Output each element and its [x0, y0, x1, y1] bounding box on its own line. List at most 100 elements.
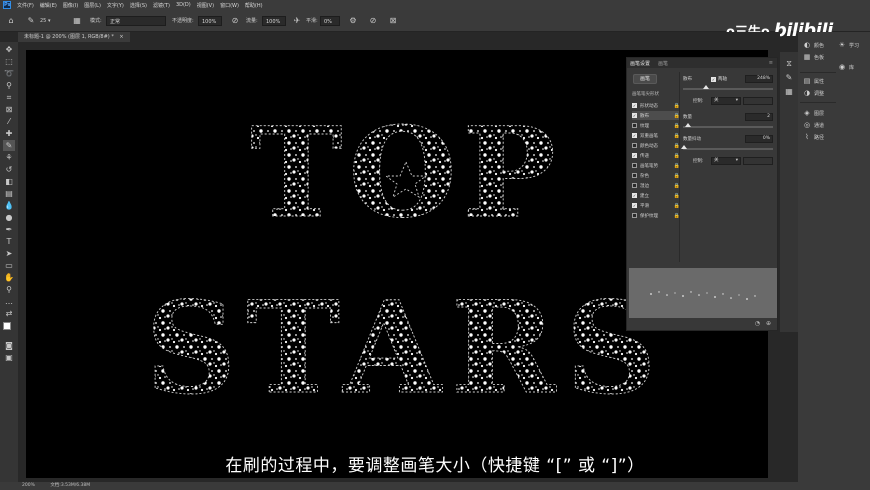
brush-panel-toggle-icon[interactable]: ▦ — [72, 16, 82, 26]
menu-type[interactable]: 文字(Y) — [107, 2, 124, 9]
checkbox-color-dynamics[interactable] — [632, 143, 637, 148]
color-panel-tab[interactable]: ◐ 颜色 — [803, 40, 824, 50]
lasso-tool-icon[interactable]: ➰ — [3, 68, 15, 79]
flow-input[interactable]: 100% — [262, 16, 286, 26]
new-brush-icon[interactable]: ⊕ — [766, 320, 771, 327]
option-texture[interactable]: 纹理 🔒 — [632, 121, 680, 130]
type-tool-icon[interactable]: T — [3, 236, 15, 247]
control-select[interactable]: 关 ▾ — [711, 97, 741, 105]
option-protect-texture[interactable]: 保护纹理 🔒 — [632, 211, 680, 220]
zoom-level[interactable]: 200% — [22, 483, 35, 488]
checkbox-shape-dynamics[interactable]: ✓ — [632, 103, 637, 108]
layers-panel-tab[interactable]: ◈ 图层 — [803, 108, 824, 118]
pressure-size-icon[interactable]: ⊘ — [368, 16, 378, 26]
checkbox-noise[interactable] — [632, 173, 637, 178]
swap-colors-icon[interactable]: ⇄ — [3, 308, 15, 319]
learn-panel-tab[interactable]: ☀ 学习 — [838, 40, 859, 50]
clone-stamp-tool-icon[interactable]: ⚘ — [3, 152, 15, 163]
option-brush-pose[interactable]: 画笔笔势 🔒 — [632, 161, 680, 170]
checkbox-both-axes[interactable]: ✓ — [711, 77, 716, 82]
tab-brush-settings[interactable]: 画笔设置 — [630, 60, 650, 67]
option-smoothing[interactable]: ✓ 平滑 🔒 — [632, 201, 680, 210]
option-color-dynamics[interactable]: 颜色动态 🔒 — [632, 141, 680, 150]
menu-filter[interactable]: 滤镜(T) — [153, 2, 170, 9]
brush-preset-picker[interactable]: 25 ▾ — [40, 16, 50, 26]
count-slider-thumb[interactable] — [685, 123, 691, 127]
checkbox-build-up[interactable]: ✓ — [632, 193, 637, 198]
history-brush-tool-icon[interactable]: ↺ — [3, 164, 15, 175]
count-jitter-slider[interactable] — [683, 148, 773, 150]
menu-select[interactable]: 选择(S) — [130, 2, 147, 9]
brush-tool-icon[interactable]: ✎ — [3, 140, 15, 151]
checkbox-protect-texture[interactable] — [632, 213, 637, 218]
option-wet-edges[interactable]: 湿边 🔒 — [632, 181, 680, 190]
brushes-button[interactable]: 画笔 — [633, 74, 657, 84]
menu-3d[interactable]: 3D(D) — [176, 2, 191, 8]
count-jitter-slider-thumb[interactable] — [681, 145, 687, 149]
document-tab[interactable]: 未标题-1 @ 200% (图层 1, RGB/8#) * × — [18, 32, 130, 42]
libraries-panel-tab[interactable]: ◉ 库 — [838, 62, 854, 72]
quick-select-tool-icon[interactable]: ⚲ — [3, 80, 15, 91]
hand-tool-icon[interactable]: ✋ — [3, 272, 15, 283]
more-tools-icon[interactable]: … — [3, 296, 15, 307]
healing-brush-tool-icon[interactable]: ✚ — [3, 128, 15, 139]
shape-tool-icon[interactable]: ▭ — [3, 260, 15, 271]
menu-view[interactable]: 视图(V) — [197, 2, 214, 9]
airbrush-icon[interactable]: ✈ — [292, 16, 302, 26]
checkbox-wet-edges[interactable] — [632, 183, 637, 188]
panel-menu-icon[interactable]: ≡ — [769, 60, 773, 66]
channels-panel-tab[interactable]: ◎ 通道 — [803, 120, 824, 130]
option-shape-dynamics[interactable]: ✓ 形状动态 🔒 — [632, 101, 680, 110]
count-slider[interactable] — [683, 126, 773, 128]
brush-presets-panel-icon[interactable]: ▦ — [783, 86, 795, 97]
history-panel-icon[interactable]: ⧖ — [783, 58, 795, 69]
eyedropper-tool-icon[interactable]: ⁄ — [3, 116, 15, 127]
count-jitter-value-field[interactable]: 0% — [745, 135, 773, 143]
brush-tool-icon[interactable]: ✎ — [26, 16, 36, 26]
screen-mode-icon[interactable]: ▣ — [3, 352, 15, 363]
scatter-slider[interactable] — [683, 88, 773, 90]
option-transfer[interactable]: ✓ 传递 🔒 — [632, 151, 680, 160]
document-size[interactable]: 文档:3.53M/6.38M — [50, 483, 90, 488]
tab-brushes[interactable]: 画笔 — [658, 60, 668, 67]
frame-tool-icon[interactable]: ⊠ — [3, 104, 15, 115]
option-scattering[interactable]: ✓ 散布 🔒 — [632, 111, 680, 120]
toggle-preview-icon[interactable]: ◔ — [755, 320, 760, 327]
symmetry-icon[interactable]: ⊠ — [388, 16, 398, 26]
menu-window[interactable]: 窗口(W) — [220, 2, 239, 9]
quick-mask-icon[interactable]: ◙ — [3, 340, 15, 351]
marquee-tool-icon[interactable]: ⬚ — [3, 56, 15, 67]
checkbox-dual-brush[interactable]: ✓ — [632, 133, 637, 138]
paths-panel-tab[interactable]: ⌇ 路径 — [803, 132, 824, 142]
option-noise[interactable]: 杂色 🔒 — [632, 171, 680, 180]
brush-settings-panel-icon[interactable]: ✎ — [783, 72, 795, 83]
gradient-tool-icon[interactable]: ▤ — [3, 188, 15, 199]
menu-file[interactable]: 文件(F) — [17, 2, 34, 9]
blur-tool-icon[interactable]: 💧 — [3, 200, 15, 211]
checkbox-brush-pose[interactable] — [632, 163, 637, 168]
brush-tip-shape-label[interactable]: 画笔笔尖形状 — [632, 91, 659, 97]
scatter-slider-thumb[interactable] — [703, 85, 709, 89]
menu-image[interactable]: 图像(I) — [63, 2, 78, 9]
control2-select[interactable]: 关 ▾ — [711, 157, 741, 165]
crop-tool-icon[interactable]: ⌗ — [3, 92, 15, 103]
menu-help[interactable]: 帮助(H) — [245, 2, 263, 9]
smoothing-input[interactable]: 0% — [320, 16, 340, 26]
checkbox-scattering[interactable]: ✓ — [632, 113, 637, 118]
foreground-color-swatch[interactable] — [3, 322, 11, 330]
mode-select[interactable]: 正常 — [106, 16, 166, 26]
close-icon[interactable]: × — [119, 34, 123, 40]
dodge-tool-icon[interactable]: ● — [3, 212, 15, 223]
path-select-tool-icon[interactable]: ➤ — [3, 248, 15, 259]
option-build-up[interactable]: ✓ 建立 🔒 — [632, 191, 680, 200]
eraser-tool-icon[interactable]: ◧ — [3, 176, 15, 187]
scatter-value-field[interactable]: 248% — [745, 75, 773, 83]
properties-panel-tab[interactable]: ▤ 属性 — [803, 76, 824, 86]
gear-icon[interactable]: ⚙ — [348, 16, 358, 26]
menu-edit[interactable]: 编辑(E) — [40, 2, 57, 9]
checkbox-smoothing[interactable]: ✓ — [632, 203, 637, 208]
swatches-panel-tab[interactable]: ▦ 色板 — [803, 52, 824, 62]
count-value-field[interactable]: 2 — [745, 113, 773, 121]
option-dual-brush[interactable]: ✓ 双重画笔 🔒 — [632, 131, 680, 140]
opacity-input[interactable]: 100% — [198, 16, 222, 26]
